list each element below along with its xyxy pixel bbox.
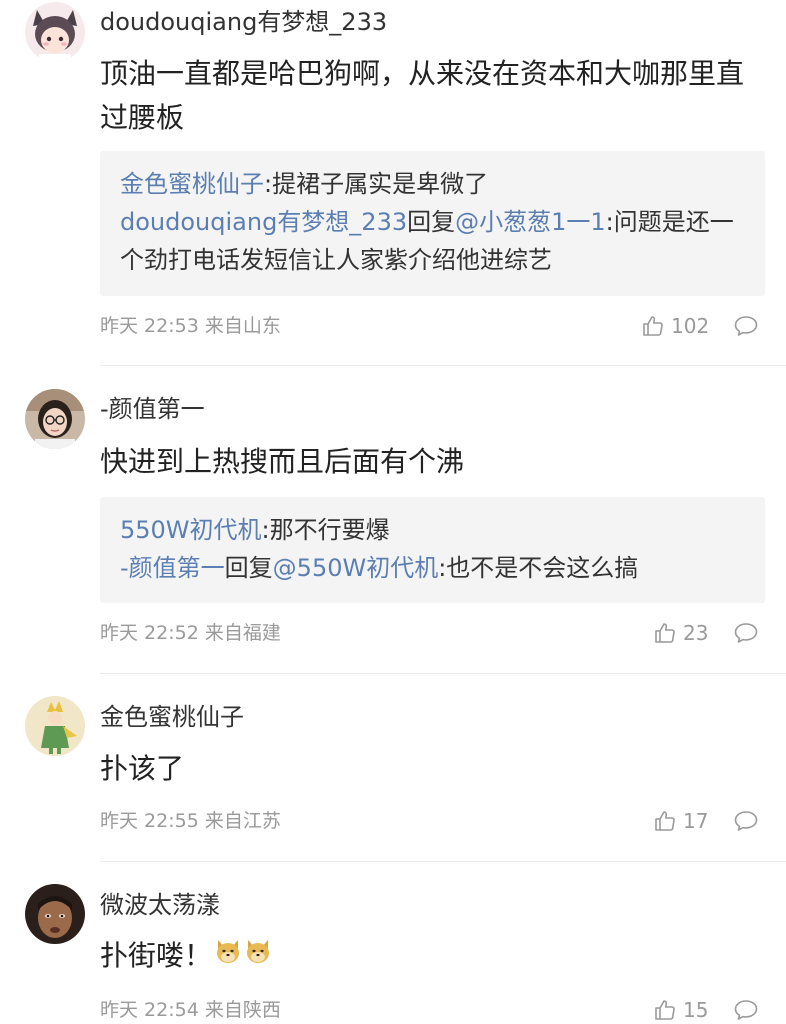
comment-text-body: 扑街喽！ (100, 939, 213, 972)
reply-author[interactable]: 金色蜜桃仙子 (120, 170, 264, 198)
comment-time: 昨天 22:52 (100, 622, 199, 644)
divider (100, 861, 786, 862)
comment-bubble-icon[interactable] (733, 809, 759, 833)
like-button[interactable]: 15 (653, 997, 708, 1023)
comment-bubble-icon[interactable] (733, 314, 759, 338)
comment-meta: 昨天 22:55 来自江苏 (100, 808, 281, 834)
reply-text: :也不是不会这么搞 (438, 554, 639, 582)
comment-location: 来自江苏 (204, 810, 281, 832)
reply-author[interactable]: -颜值第一 (120, 554, 225, 582)
divider (100, 365, 786, 366)
comment-location: 来自陕西 (204, 999, 281, 1021)
comment-bubble-icon[interactable] (733, 621, 759, 645)
reply-box[interactable]: 550W初代机:那不行要爆 -颜值第一回复@550W初代机:也不是不会这么搞 (100, 497, 765, 603)
reply-word: 回复 (407, 208, 456, 236)
like-button[interactable]: 17 (653, 808, 708, 834)
reply-item: -颜值第一回复@550W初代机:也不是不会这么搞 (120, 549, 747, 587)
reply-word: 回复 (224, 554, 273, 582)
comment-location: 来自福建 (204, 622, 281, 644)
comment-meta: 昨天 22:53 来自山东 (100, 313, 281, 339)
reply-mention[interactable]: @小葱葱1一1 (455, 208, 606, 236)
little-prince-avatar-icon (25, 696, 85, 756)
thumbs-up-icon (655, 811, 675, 831)
comment-time: 昨天 22:54 (100, 999, 199, 1021)
reply-text: :提裙子属实是卑微了 (264, 170, 489, 198)
comment-username[interactable]: 金色蜜桃仙子 (100, 701, 244, 733)
user-avatar[interactable] (25, 884, 85, 944)
comment-text: 扑街喽！ (100, 934, 760, 978)
user-avatar[interactable] (25, 696, 85, 756)
like-count: 23 (683, 621, 709, 645)
reply-author[interactable]: doudouqiang有梦想_233 (120, 208, 407, 236)
like-button[interactable]: 102 (641, 313, 709, 339)
like-count: 102 (671, 314, 710, 338)
comment-username[interactable]: -颜值第一 (100, 393, 205, 425)
comment-bubble-icon[interactable] (733, 998, 759, 1022)
reply-author[interactable]: 550W初代机 (120, 516, 262, 544)
anime-cat-girl-avatar-icon (25, 2, 85, 62)
comment-time: 昨天 22:55 (100, 810, 199, 832)
like-button[interactable]: 23 (653, 620, 708, 646)
doge-emoji-icon (214, 934, 242, 978)
user-avatar[interactable] (25, 2, 85, 62)
thumbs-up-icon (655, 1000, 675, 1020)
comment-username[interactable]: doudouqiang有梦想_233 (100, 6, 387, 38)
man-face-avatar-icon (25, 884, 85, 944)
reply-text: :那不行要爆 (261, 516, 390, 544)
reply-item: 金色蜜桃仙子:提裙子属实是卑微了 (120, 165, 747, 203)
girl-with-glasses-avatar-icon (25, 389, 85, 449)
divider (100, 673, 786, 674)
reply-box[interactable]: 金色蜜桃仙子:提裙子属实是卑微了 doudouqiang有梦想_233回复@小葱… (100, 151, 765, 296)
comment-text: 顶油一直都是哈巴狗啊，从来没在资本和大咖那里直过腰板 (100, 57, 745, 134)
reply-item: 550W初代机:那不行要爆 (120, 511, 747, 549)
comment-username[interactable]: 微波太荡漾 (100, 889, 220, 921)
reply-mention[interactable]: @550W初代机 (273, 554, 439, 582)
like-count: 17 (683, 809, 709, 833)
comment-location: 来自山东 (204, 315, 281, 337)
doge-emoji-icon (244, 934, 272, 978)
comment-time: 昨天 22:53 (100, 315, 199, 337)
like-count: 15 (683, 998, 709, 1022)
reply-item: doudouqiang有梦想_233回复@小葱葱1一1:问题是还一个劲打电话发短… (120, 203, 747, 279)
thumbs-up-icon (643, 316, 663, 336)
thumbs-up-icon (655, 623, 675, 643)
comment-text: 快进到上热搜而且后面有个沸 (100, 445, 465, 478)
comment-meta: 昨天 22:54 来自陕西 (100, 997, 281, 1023)
comment-meta: 昨天 22:52 来自福建 (100, 620, 281, 646)
user-avatar[interactable] (25, 389, 85, 449)
comment-text: 扑该了 (100, 752, 185, 785)
